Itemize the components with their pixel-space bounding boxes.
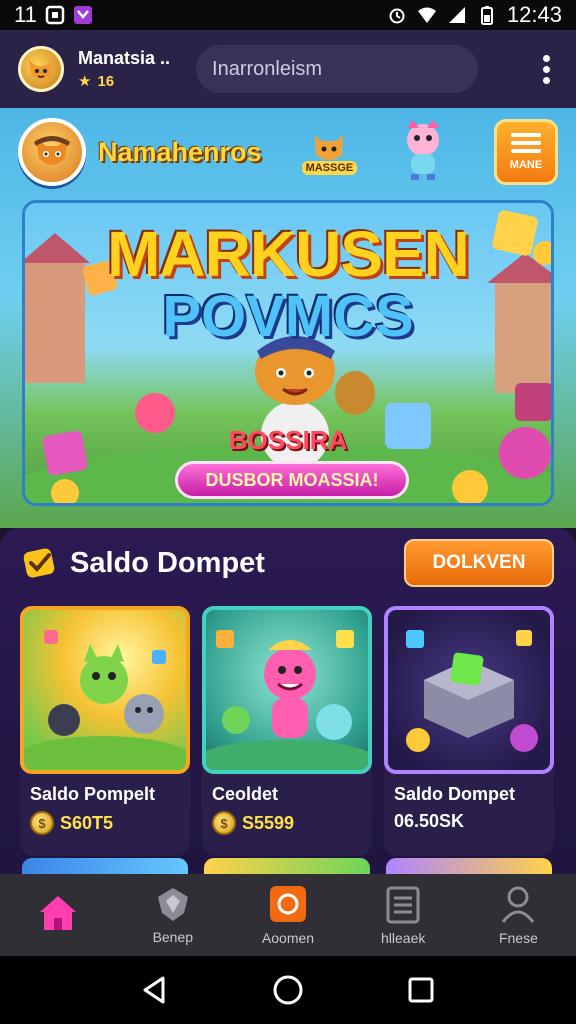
battery-icon — [480, 6, 493, 25]
points-value: 16 — [97, 72, 115, 90]
card-value-row: $ S5599 — [212, 811, 372, 835]
card-label: Ceoldet — [212, 784, 279, 804]
wallet-header: Saldo Dompet DOLKVEN — [22, 539, 554, 587]
check-badge-icon — [23, 548, 55, 578]
app-header: Manatsia .. ★ 16 — [0, 30, 576, 108]
search-input[interactable] — [212, 57, 478, 81]
pink-character-icon — [407, 119, 440, 180]
nav-label: Benep — [152, 929, 194, 945]
screenshot-icon — [45, 5, 65, 25]
mascot-logo-icon — [34, 136, 70, 165]
camera-icon — [270, 886, 306, 922]
wallet-card[interactable]: Saldo Dompet 06.50SK — [384, 606, 554, 856]
status-time: 12:43 — [506, 2, 562, 27]
user-icon — [502, 886, 535, 923]
cats-illustration-icon — [24, 630, 186, 770]
card-thumbnail — [202, 606, 372, 774]
coin-1 — [452, 470, 488, 503]
user-points: ★ 16 — [78, 72, 170, 91]
card-value: S5599 — [242, 812, 295, 833]
nav-item-home[interactable] — [0, 874, 115, 956]
back-icon[interactable] — [141, 975, 169, 1005]
home-icon — [39, 896, 76, 930]
card-value-row: $ S60T5 — [30, 811, 190, 835]
alarm-icon — [389, 8, 405, 24]
character-figure[interactable] — [397, 118, 449, 187]
brand-name: Namahenros — [98, 136, 262, 167]
card-thumbnail — [20, 606, 190, 774]
brand-row: Namahenros MASSGE MANE — [18, 114, 558, 190]
menu-button[interactable]: MANE — [494, 119, 558, 185]
menu-icon — [511, 133, 541, 137]
card-label: Saldo Dompet — [394, 784, 516, 804]
nav-label: hlleaek — [381, 930, 426, 946]
status-right: 12:43 — [387, 2, 562, 28]
nav-label: Aoomen — [261, 930, 315, 946]
wallet-card[interactable]: Ceoldet $ S5599 — [202, 606, 372, 856]
app-notification-icon — [73, 6, 92, 24]
cube-5 — [515, 383, 551, 421]
bottom-navigation: Benep Aoomen hlleaek Fnese — [0, 874, 576, 956]
wifi-icon — [417, 7, 436, 23]
signal-icon — [448, 7, 465, 23]
card-thumbnail — [384, 606, 554, 774]
nav-item-hlleaek[interactable]: hlleaek — [346, 874, 461, 956]
star-icon: ★ — [78, 73, 92, 90]
status-bar: 11 12:43 — [0, 0, 576, 30]
pink-monster-illustration-icon — [206, 630, 368, 770]
coin-stack-icon: $ — [212, 811, 236, 835]
username: Manatsia .. — [78, 48, 171, 68]
nav-item-benep[interactable]: Benep — [115, 874, 230, 956]
user-avatar[interactable] — [18, 46, 64, 92]
search-bar[interactable] — [196, 45, 479, 93]
card-value-row: 06.50SK — [394, 811, 554, 832]
menu-label: MANE — [509, 159, 543, 171]
banner-subtitle: BOSSIRA — [228, 425, 348, 455]
brand-logo[interactable] — [18, 118, 86, 186]
banner-title-line2: POVMCS — [162, 284, 414, 349]
mascot-badge[interactable]: MASSGE — [301, 129, 358, 175]
coin-2 — [51, 479, 79, 503]
home-circle-icon[interactable] — [272, 974, 304, 1006]
next-card-peek — [386, 858, 552, 874]
nav-item-aoomen[interactable]: Aoomen — [230, 874, 345, 956]
next-card-peek — [204, 858, 370, 874]
system-navigation — [0, 956, 576, 1024]
fox-avatar-icon — [29, 60, 53, 79]
wallet-cards: Saldo Pompelt $ S60T5 Ceoldet $ S5599 Sa… — [20, 606, 556, 856]
treasure-box-illustration-icon — [406, 630, 538, 752]
shield-icon — [157, 888, 188, 921]
wallet-action-button[interactable]: DOLKVEN — [404, 539, 554, 587]
wallet-title: Saldo Dompet — [70, 546, 265, 579]
next-card-peek — [22, 858, 188, 874]
user-info: Manatsia .. ★ 16 — [78, 48, 170, 90]
menu-icon-bar — [511, 141, 541, 145]
status-left: 11 — [14, 2, 93, 28]
list-icon — [386, 886, 420, 924]
promo-banner[interactable]: MARKUSEN POVMCS BOSSIRA DUSBOR MOASSIA! — [22, 200, 554, 506]
recents-icon[interactable] — [407, 976, 435, 1004]
nav-item-fnese[interactable]: Fnese — [461, 874, 576, 956]
mascot-label: MASSGE — [301, 161, 358, 175]
menu-icon-bar — [511, 149, 541, 153]
card-label: Saldo Pompelt — [30, 784, 156, 804]
more-options-icon[interactable] — [534, 54, 558, 84]
nav-label: Fnese — [498, 930, 538, 946]
banner-cta-button[interactable]: DUSBOR MOASSIA! — [175, 461, 409, 499]
card-value: S60T5 — [60, 812, 114, 833]
card-value: 06.50SK — [394, 811, 465, 831]
banner-title-line1: MARKUSEN — [107, 218, 470, 290]
cat-mascot-icon — [315, 135, 344, 160]
coin-icon: $ — [30, 811, 54, 835]
wallet-card[interactable]: Saldo Pompelt $ S60T5 — [20, 606, 190, 856]
status-number: 11 — [14, 2, 37, 27]
